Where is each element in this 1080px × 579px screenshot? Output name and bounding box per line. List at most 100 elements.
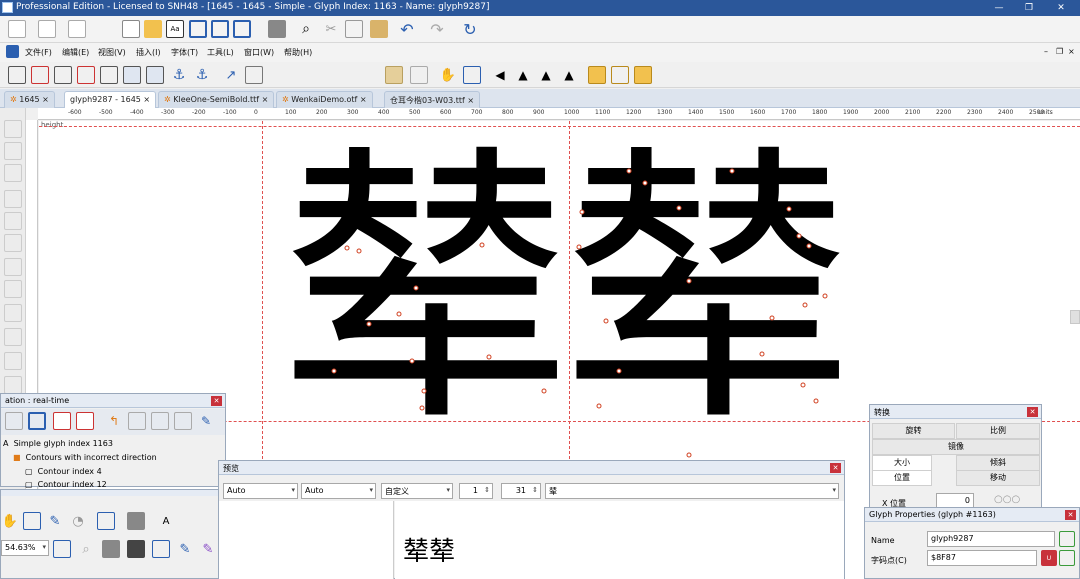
tool-icon[interactable]	[4, 234, 22, 252]
import-icon[interactable]	[463, 66, 481, 84]
tool-icon[interactable]	[4, 190, 22, 208]
brush-icon[interactable]: ✎	[199, 540, 217, 558]
glyph-properties-close-button[interactable]: ✕	[1065, 510, 1076, 520]
rotate-shape-icon[interactable]: ▲	[560, 66, 578, 84]
scale-tab[interactable]: 比例	[956, 423, 1040, 439]
bucket-icon[interactable]: ◔	[69, 512, 87, 530]
tab-glyph9287[interactable]: glyph9287 - 1645 ×	[64, 91, 157, 108]
tool-icon[interactable]	[4, 304, 22, 322]
restore-button[interactable]: ❐	[1014, 1, 1044, 15]
flip-left-icon[interactable]: ◀	[491, 66, 509, 84]
menu-font[interactable]: 字体(T)	[171, 47, 198, 58]
fix-icon[interactable]	[76, 412, 94, 430]
menu-edit[interactable]: 编辑(E)	[62, 47, 89, 58]
zoom-fit-icon[interactable]	[53, 540, 71, 558]
preview-mode-combo[interactable]: Auto ▾	[223, 483, 298, 499]
find-icon[interactable]: ⌕	[297, 20, 315, 38]
close-button[interactable]: ✕	[1046, 1, 1076, 15]
glyph-name-input[interactable]: glyph9287	[927, 531, 1055, 547]
refresh-icon[interactable]: ↻	[461, 20, 479, 39]
mdi-close[interactable]: ×	[1068, 47, 1075, 56]
zoom-combo[interactable]: 54.63% ▾	[1, 540, 49, 556]
menu-insert[interactable]: 插入(I)	[136, 47, 161, 58]
save-as-icon[interactable]	[211, 20, 229, 38]
clipboard-icon[interactable]	[385, 66, 403, 84]
union-icon[interactable]	[588, 66, 606, 84]
preview-text-input[interactable]: 辇 ▾	[545, 483, 839, 499]
tool-icon[interactable]	[4, 164, 22, 182]
hand-icon[interactable]: ✋	[1, 512, 19, 530]
hand-disabled-icon[interactable]: ✋	[439, 66, 457, 84]
print-icon[interactable]	[268, 20, 286, 38]
new-template-icon[interactable]	[38, 20, 56, 38]
new-document-icon[interactable]	[122, 20, 140, 38]
grid-vertical-active-icon[interactable]	[123, 66, 141, 84]
zoom-icon[interactable]: ⌕	[77, 540, 95, 558]
preview-close-button[interactable]: ✕	[830, 463, 841, 473]
unicode-icon[interactable]: U	[1041, 550, 1057, 566]
tab-1645[interactable]: ✲ 1645 ×	[4, 91, 55, 108]
measure-icon[interactable]	[23, 512, 41, 530]
fill-icon[interactable]	[127, 512, 145, 530]
apply-codepoint-icon[interactable]	[1059, 550, 1075, 566]
pen-tool-icon[interactable]: ✎	[176, 540, 194, 558]
tool-icon[interactable]	[4, 120, 22, 138]
preview-spin2[interactable]: 31 ⇕	[501, 483, 541, 499]
options-icon[interactable]	[174, 412, 192, 430]
shape-tool-icon[interactable]	[102, 540, 120, 558]
save-all-icon[interactable]	[233, 20, 251, 38]
refresh-icon[interactable]	[5, 412, 23, 430]
mdi-minimize[interactable]: –	[1044, 47, 1048, 56]
preview-size-combo[interactable]: Auto ▾	[301, 483, 376, 499]
grid-horizontal-icon[interactable]	[54, 66, 72, 84]
font-preview-icon[interactable]: Aa	[166, 20, 184, 38]
tab-kleeone[interactable]: ✲ KleeOne-SemiBold.ttf ×	[158, 91, 275, 108]
codepoint-input[interactable]: $8F87	[927, 550, 1037, 566]
new-file-icon[interactable]	[8, 20, 26, 38]
transform-close-button[interactable]: ✕	[1027, 407, 1038, 417]
grid-horizontal-red-icon[interactable]	[77, 66, 95, 84]
skew-tab[interactable]: 倾斜	[956, 455, 1040, 471]
preview-text-combo[interactable]: 自定义 ▾	[381, 483, 453, 499]
bezier-icon[interactable]: ↗	[222, 66, 240, 84]
tool-icon[interactable]	[4, 280, 22, 298]
shape-tool2-icon[interactable]	[127, 540, 145, 558]
text-tool-icon[interactable]: A	[157, 512, 175, 530]
tool-icon[interactable]	[4, 328, 22, 346]
anchor-icon[interactable]: ⚓	[170, 66, 188, 84]
tool-icon[interactable]	[4, 376, 22, 394]
pencil-icon[interactable]: ✎	[46, 512, 64, 530]
tool-icon[interactable]	[4, 258, 22, 276]
image-insert-icon[interactable]	[152, 540, 170, 558]
grid-red-icon[interactable]	[31, 66, 49, 84]
intersect-icon[interactable]	[611, 66, 629, 84]
anchor-lock-icon[interactable]: ⚓	[193, 66, 211, 84]
tool-icon[interactable]	[4, 212, 22, 230]
menu-view[interactable]: 视图(V)	[98, 47, 126, 58]
flip-vertical-icon[interactable]: ▲	[537, 66, 555, 84]
menu-file[interactable]: 文件(F)	[25, 47, 52, 58]
tool-icon[interactable]	[4, 352, 22, 370]
tree-item[interactable]: A Simple glyph index 1163	[3, 439, 113, 448]
tree-item[interactable]: ▢ Contour index 4	[25, 467, 102, 476]
undo-icon[interactable]: ↶	[398, 20, 416, 39]
validation-close-button[interactable]: ✕	[211, 396, 222, 406]
mirror-tab[interactable]: 镜像	[872, 439, 1040, 455]
open-folder-icon[interactable]	[144, 20, 162, 38]
paste-icon[interactable]	[370, 20, 388, 38]
arrow-icon[interactable]: ↰	[105, 412, 123, 430]
save-icon[interactable]	[28, 412, 46, 430]
preview-list[interactable]	[219, 501, 394, 579]
rotate-tab[interactable]: 旋转	[872, 423, 955, 439]
save-icon[interactable]	[189, 20, 207, 38]
preview-spin1[interactable]: 1 ⇕	[459, 483, 493, 499]
grid-vertical-icon[interactable]	[100, 66, 118, 84]
menu-tools[interactable]: 工具(L)	[207, 47, 234, 58]
position-tab[interactable]: 位置	[872, 470, 932, 486]
vertical-scrollbar[interactable]	[1070, 310, 1080, 324]
grid-icon[interactable]	[128, 412, 146, 430]
copy-icon[interactable]	[345, 20, 363, 38]
tab-wenkai[interactable]: ✲ WenkaiDemo.otf ×	[276, 91, 373, 108]
paste-special-icon[interactable]	[410, 66, 428, 84]
redo-icon[interactable]: ↷	[428, 20, 446, 39]
